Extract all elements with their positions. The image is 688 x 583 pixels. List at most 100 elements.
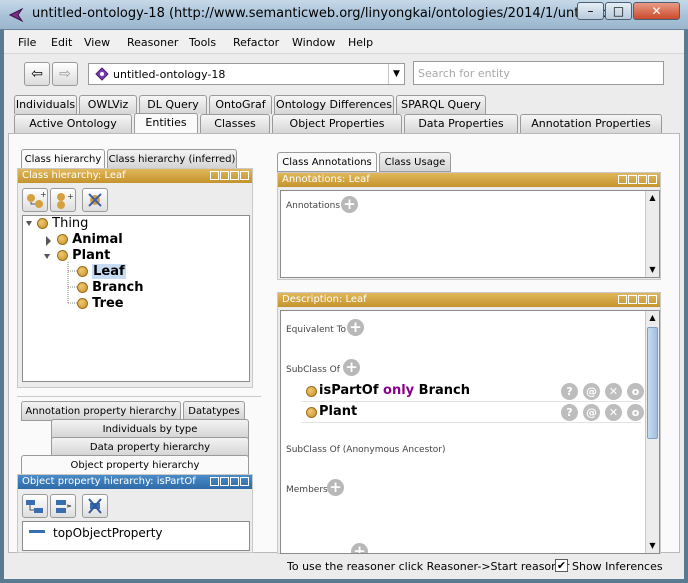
title-bar: untitled-ontology-18 (http://www.semanti… [0,0,688,30]
delete-button[interactable]: ✕ [605,383,622,400]
tab-sparql-query[interactable]: SPARQL Query [396,95,486,114]
pin-icon[interactable] [210,477,219,486]
tree-node-plant[interactable]: Plant [57,248,110,263]
minimize-button[interactable]: – [577,2,604,20]
tab-data-properties[interactable]: Data Properties [404,114,518,133]
close-view-icon[interactable] [240,477,249,486]
add-annotation-button[interactable]: + [341,196,358,213]
tab-entities[interactable]: Entities [134,113,198,133]
explain-button[interactable]: ? [561,404,578,421]
tab-annotation-property-hierarchy[interactable]: Annotation property hierarchy [21,401,181,421]
maximize-button[interactable]: □ [605,2,632,20]
annotations-scrollbar[interactable]: ▲ ▼ [645,191,659,277]
menu-tools[interactable]: Tools [189,36,216,49]
tab-classes[interactable]: Classes [200,114,270,133]
window-title: untitled-ontology-18 (http://www.semanti… [32,6,625,21]
show-inferences-label[interactable]: Show Inferences [572,560,663,573]
delete-property-button[interactable] [82,494,108,518]
add-subclass-button[interactable]: + [22,188,48,212]
delete-button[interactable]: ✕ [605,404,622,421]
annotate-button[interactable]: @ [583,404,600,421]
description-scrollbar[interactable]: ▲ ▼ [645,311,659,553]
view-controls[interactable] [209,477,249,487]
class-icon [306,386,317,397]
tree-node-thing[interactable]: Thing [37,216,88,231]
tree-node-tree[interactable]: Tree [77,296,124,311]
add-sibling-property-button[interactable] [50,494,76,518]
tab-class-annotations[interactable]: Class Annotations [277,152,377,172]
tree-node-top-object-property[interactable]: topObjectProperty [29,526,163,540]
tab-class-hierarchy[interactable]: Class hierarchy [21,149,105,169]
add-member-button[interactable]: + [327,479,344,496]
maximize-view-icon[interactable] [230,477,239,486]
add-equivalent-button[interactable]: + [347,319,364,336]
tab-individuals-by-type[interactable]: Individuals by type [51,419,249,439]
object-property-title: Object property hierarchy: isPartOf [22,476,196,487]
scroll-down-icon[interactable]: ▼ [646,263,659,277]
add-subclass-of-button[interactable]: + [343,359,360,376]
chevron-down-icon[interactable]: ▼ [388,64,404,84]
menu-help[interactable]: Help [348,36,373,49]
scroll-up-icon[interactable]: ▲ [646,311,659,325]
add-more-button[interactable]: + [351,543,368,553]
edit-button[interactable]: o [627,383,644,400]
tab-ontograf[interactable]: OntoGraf [209,95,272,114]
view-controls[interactable] [617,295,657,305]
tab-owlviz[interactable]: OWLViz [79,95,137,114]
minimize-view-icon[interactable] [628,175,637,184]
maximize-view-icon[interactable] [230,171,239,180]
minimize-view-icon[interactable] [628,295,637,304]
close-view-icon[interactable] [648,175,657,184]
menu-refactor[interactable]: Refactor [233,36,279,49]
scroll-up-icon[interactable]: ▲ [646,191,659,205]
close-view-icon[interactable] [648,295,657,304]
scroll-down-icon[interactable]: ▼ [646,539,659,553]
show-inferences-checkbox[interactable]: ✔ [555,559,568,572]
subclass-anonymous-label: SubClass Of (Anonymous Ancestor) [286,445,446,455]
tree-node-branch[interactable]: Branch [77,280,143,295]
view-controls[interactable] [617,175,657,185]
tab-ontology-differences[interactable]: Ontology Differences [274,95,394,114]
add-sibling-button[interactable]: + [50,188,76,212]
subclass-row[interactable]: isPartOf only Branch ? @ ✕ o [301,382,644,402]
tab-object-property-hierarchy[interactable]: Object property hierarchy [21,455,249,475]
menu-reasoner[interactable]: Reasoner [127,36,178,49]
back-button[interactable]: ⇦ [24,62,50,86]
menu-view[interactable]: View [84,36,110,49]
tab-datatypes[interactable]: Datatypes [183,401,245,421]
minimize-view-icon[interactable] [220,171,229,180]
close-view-icon[interactable] [240,171,249,180]
menu-window[interactable]: Window [292,36,335,49]
tab-individuals[interactable]: Individuals [14,95,77,114]
search-entity-input[interactable] [413,61,664,85]
tree-node-animal[interactable]: Animal [57,232,123,247]
pin-icon[interactable] [210,171,219,180]
menu-file[interactable]: File [18,36,36,49]
close-button[interactable]: ✕ [633,2,680,20]
description-list: Equivalent To + SubClass Of + isPartOf o… [280,310,660,554]
view-controls[interactable] [209,171,249,181]
subclass-row[interactable]: Plant ? @ ✕ o [301,403,644,423]
maximize-view-icon[interactable] [638,175,647,184]
explain-button[interactable]: ? [561,383,578,400]
tab-class-hierarchy-inferred[interactable]: Class hierarchy (inferred) [107,149,237,169]
tab-object-properties[interactable]: Object Properties [272,114,402,133]
tab-annotation-properties[interactable]: Annotation Properties [520,114,662,133]
add-sub-property-button[interactable] [22,494,48,518]
edit-button[interactable]: o [627,404,644,421]
tab-active-ontology[interactable]: Active Ontology [14,114,132,133]
minimize-view-icon[interactable] [220,477,229,486]
pin-icon[interactable] [618,175,627,184]
annotate-button[interactable]: @ [583,383,600,400]
delete-class-button[interactable] [82,188,108,212]
tab-class-usage[interactable]: Class Usage [379,152,451,172]
tab-data-property-hierarchy[interactable]: Data property hierarchy [51,437,249,457]
menu-edit[interactable]: Edit [51,36,72,49]
scroll-thumb[interactable] [647,327,658,439]
tab-dl-query[interactable]: DL Query [139,95,207,114]
forward-button[interactable]: ⇨ [52,62,78,86]
pin-icon[interactable] [618,295,627,304]
tree-node-leaf[interactable]: Leaf [77,264,126,279]
ontology-selector[interactable]: untitled-ontology-18 ▼ [88,63,405,85]
maximize-view-icon[interactable] [638,295,647,304]
